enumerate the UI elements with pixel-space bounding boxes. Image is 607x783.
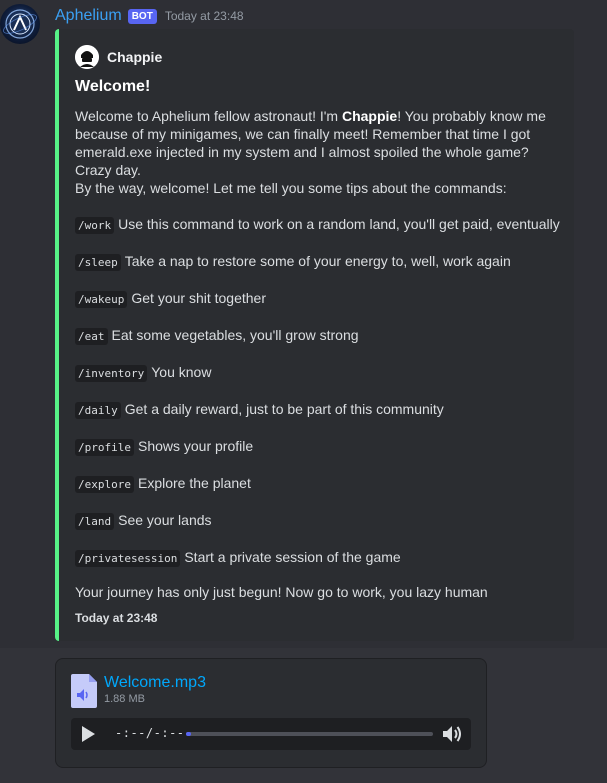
audio-player: -:--/-:-- (71, 718, 471, 750)
intro-bold: Chappie (341, 108, 398, 124)
command-row: /wakeup Get your shit together (75, 289, 266, 308)
command-description: Shows your profile (137, 438, 254, 454)
command-row: /explore Explore the planet (75, 474, 251, 493)
command-row: /privatesession Start a private session o… (75, 548, 401, 567)
command-row: /daily Get a daily reward, just to be par… (75, 400, 444, 419)
command-code: /sleep (75, 254, 121, 271)
volume-icon[interactable] (441, 723, 463, 745)
progress-bar[interactable] (186, 732, 433, 736)
command-description: You know (151, 364, 212, 380)
command-code: /profile (75, 439, 134, 456)
embed-author: Chappie (75, 45, 162, 69)
welcome-embed: Chappie Welcome! Welcome to Aphelium fel… (55, 29, 574, 641)
command-description: Explore the planet (137, 475, 251, 491)
audio-file-icon (71, 674, 97, 708)
play-icon[interactable] (79, 725, 97, 743)
time-display: -:--/-:-- (115, 726, 185, 740)
bot-tag: BOT (127, 8, 157, 24)
command-code: /wakeup (75, 291, 128, 308)
command-description: See your lands (118, 512, 212, 528)
progress-fill (186, 732, 191, 736)
command-code: /land (75, 513, 115, 530)
command-description: Get a daily reward, just to be part of t… (124, 401, 444, 417)
username[interactable]: Aphelium (55, 7, 122, 25)
audio-attachment: Welcome.mp3 1.88 MB -:--/-:-- (55, 658, 487, 768)
command-row: /eat Eat some vegetables, you'll grow str… (75, 326, 359, 345)
command-code: /work (75, 217, 115, 234)
command-code: /daily (75, 402, 121, 419)
message-timestamp[interactable]: Today at 23:48 (165, 9, 244, 23)
command-row: /work Use this command to work on a rando… (75, 215, 560, 234)
command-code: /explore (75, 476, 134, 493)
command-code: /privatesession (75, 550, 181, 567)
command-code: /inventory (75, 365, 148, 382)
author-name[interactable]: Chappie (107, 49, 162, 65)
command-code: /eat (75, 328, 108, 345)
bot-message: Aphelium BOT Today at 23:48 Chappie Welc… (0, 0, 607, 648)
aphelium-avatar[interactable] (0, 4, 40, 44)
file-name-link[interactable]: Welcome.mp3 (104, 674, 206, 692)
command-description: Take a nap to restore some of your energ… (124, 253, 511, 269)
intro-line2: By the way, welcome! Let me tell you som… (75, 180, 507, 196)
message-header: Aphelium BOT Today at 23:48 (55, 6, 244, 26)
command-description: Use this command to work on a random lan… (118, 216, 560, 232)
embed-footer-timestamp: Today at 23:48 (75, 611, 158, 625)
command-description: Get your shit together (131, 290, 266, 306)
embed-description: Welcome to Aphelium fellow astronaut! I'… (75, 107, 565, 197)
intro-text: Welcome to Aphelium fellow astronaut! I'… (75, 108, 342, 124)
embed-closing-text: Your journey has only just begun! Now go… (75, 584, 488, 600)
command-row: /land See your lands (75, 511, 212, 530)
command-description: Start a private session of the game (184, 549, 401, 565)
embed-title: Welcome! (75, 78, 151, 95)
chappie-robot-icon (75, 45, 99, 69)
command-row: /inventory You know (75, 363, 212, 382)
file-size: 1.88 MB (104, 693, 145, 705)
command-description: Eat some vegetables, you'll grow strong (111, 327, 359, 343)
command-row: /profile Shows your profile (75, 437, 254, 456)
command-row: /sleep Take a nap to restore some of your… (75, 252, 511, 271)
